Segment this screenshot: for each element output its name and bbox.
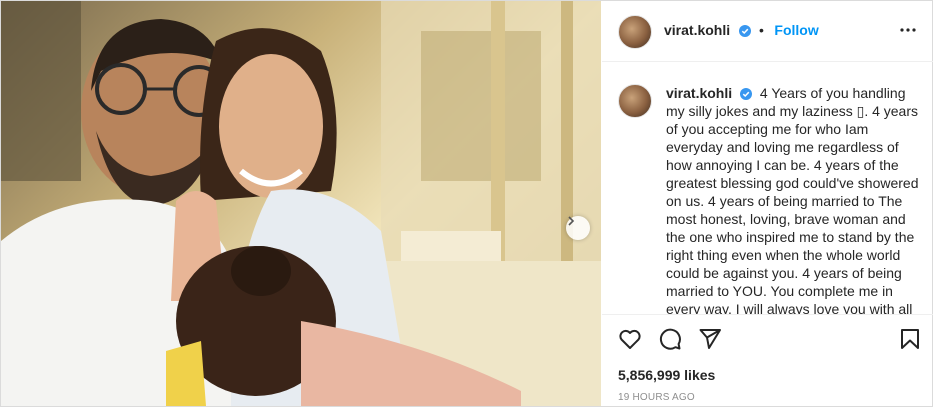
header-user-line: virat.kohli • Follow: [664, 22, 819, 40]
next-photo-button[interactable]: [566, 216, 590, 240]
photo-illustration: [1, 1, 601, 406]
caption: virat.kohli 4 Years of you handling my s…: [666, 84, 924, 314]
caption-scroll-area[interactable]: virat.kohli 4 Years of you handling my s…: [602, 62, 933, 314]
post-card: virat.kohli • Follow virat.kohli 4 Years…: [0, 0, 933, 407]
caption-text: 4 Years of you handling my silly jokes a…: [666, 85, 919, 314]
comment-icon[interactable]: [658, 327, 682, 351]
post-photo[interactable]: [1, 1, 601, 406]
bookmark-icon[interactable]: [898, 327, 922, 351]
heart-icon[interactable]: [618, 327, 642, 351]
caption-username[interactable]: virat.kohli: [666, 85, 732, 101]
action-bar: [602, 314, 933, 363]
likes-count[interactable]: 5,856,999 likes: [618, 367, 715, 383]
chevron-right-icon: [568, 216, 575, 226]
more-options-icon[interactable]: [899, 21, 917, 39]
post-timestamp[interactable]: 19 HOURS AGO: [618, 392, 695, 403]
verified-badge-icon: [740, 88, 753, 101]
avatar[interactable]: [618, 15, 652, 49]
post-header: virat.kohli • Follow: [602, 1, 933, 62]
verified-badge-icon: [738, 24, 751, 37]
share-icon[interactable]: [698, 327, 722, 351]
username-link[interactable]: virat.kohli: [664, 22, 730, 38]
follow-button[interactable]: Follow: [774, 22, 818, 38]
caption-avatar[interactable]: [618, 84, 652, 118]
post-sidebar: virat.kohli • Follow virat.kohli 4 Years…: [602, 1, 933, 406]
separator-dot: •: [759, 22, 764, 38]
